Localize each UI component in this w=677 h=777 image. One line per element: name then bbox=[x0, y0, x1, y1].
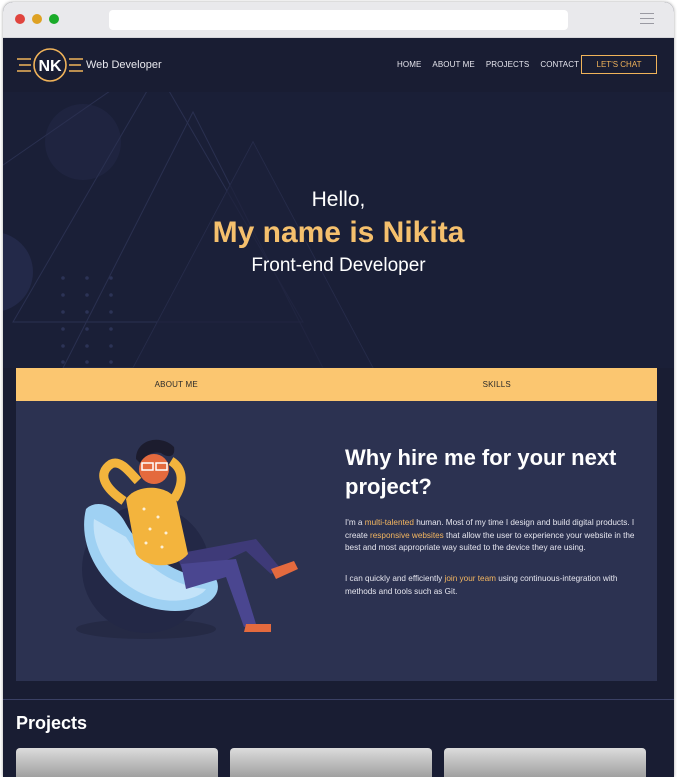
hero-greeting: Hello, bbox=[311, 188, 366, 211]
highlight-join-your-team: join your team bbox=[444, 574, 496, 583]
section-divider bbox=[3, 699, 674, 700]
section-tabs: ABOUT ME SKILLS bbox=[16, 368, 657, 401]
hamburger-menu-icon[interactable] bbox=[640, 13, 654, 25]
logo-text: NK bbox=[38, 58, 62, 75]
maximize-window-dot[interactable] bbox=[49, 14, 59, 24]
projects-heading: Projects bbox=[16, 713, 88, 733]
brand-name: Web Developer bbox=[86, 59, 162, 71]
address-bar[interactable] bbox=[109, 10, 568, 30]
lets-chat-button[interactable]: LET'S CHAT bbox=[581, 55, 657, 74]
hero-section: Hello, My name is Nikita Front-end Devel… bbox=[3, 92, 674, 368]
tab-skills[interactable]: SKILLS bbox=[337, 368, 658, 401]
nav-links: HOME ABOUT ME PROJECTS CONTACT bbox=[397, 60, 590, 69]
nk-logo-icon[interactable]: NK bbox=[17, 47, 83, 83]
tab-about-me[interactable]: ABOUT ME bbox=[16, 368, 337, 401]
nav-link-about[interactable]: ABOUT ME bbox=[432, 60, 474, 69]
nav-link-home[interactable]: HOME bbox=[397, 60, 421, 69]
browser-toolbar bbox=[3, 2, 674, 38]
highlight-multi-talented: multi-talented bbox=[364, 518, 414, 527]
project-card[interactable] bbox=[16, 748, 218, 777]
about-paragraph-1: I'm a multi-talented human. Most of my t… bbox=[345, 517, 635, 555]
browser-window: NK Web Developer HOME ABOUT ME PROJECTS … bbox=[3, 2, 674, 777]
about-p2-text-a: I can quickly and efficiently bbox=[345, 574, 445, 583]
minimize-window-dot[interactable] bbox=[32, 14, 42, 24]
hero-role: Front-end Developer bbox=[251, 255, 426, 276]
highlight-responsive-websites: responsive websites bbox=[370, 530, 444, 540]
close-window-dot[interactable] bbox=[15, 14, 25, 24]
about-heading: Why hire me for your next project? bbox=[345, 445, 617, 499]
nav-link-projects[interactable]: PROJECTS bbox=[486, 60, 529, 69]
about-paragraph-2: I can quickly and efficiently join your … bbox=[345, 573, 635, 598]
project-card[interactable] bbox=[444, 748, 646, 777]
relaxing-developer-illustration bbox=[76, 439, 298, 639]
hero-name: My name is Nikita bbox=[212, 216, 465, 249]
about-panel: Why hire me for your next project? I'm a… bbox=[16, 401, 657, 681]
site-header: NK Web Developer HOME ABOUT ME PROJECTS … bbox=[3, 38, 674, 92]
about-p1-text-a: I'm a bbox=[345, 518, 365, 527]
nav-link-contact[interactable]: CONTACT bbox=[540, 60, 579, 69]
project-card[interactable] bbox=[230, 748, 432, 777]
